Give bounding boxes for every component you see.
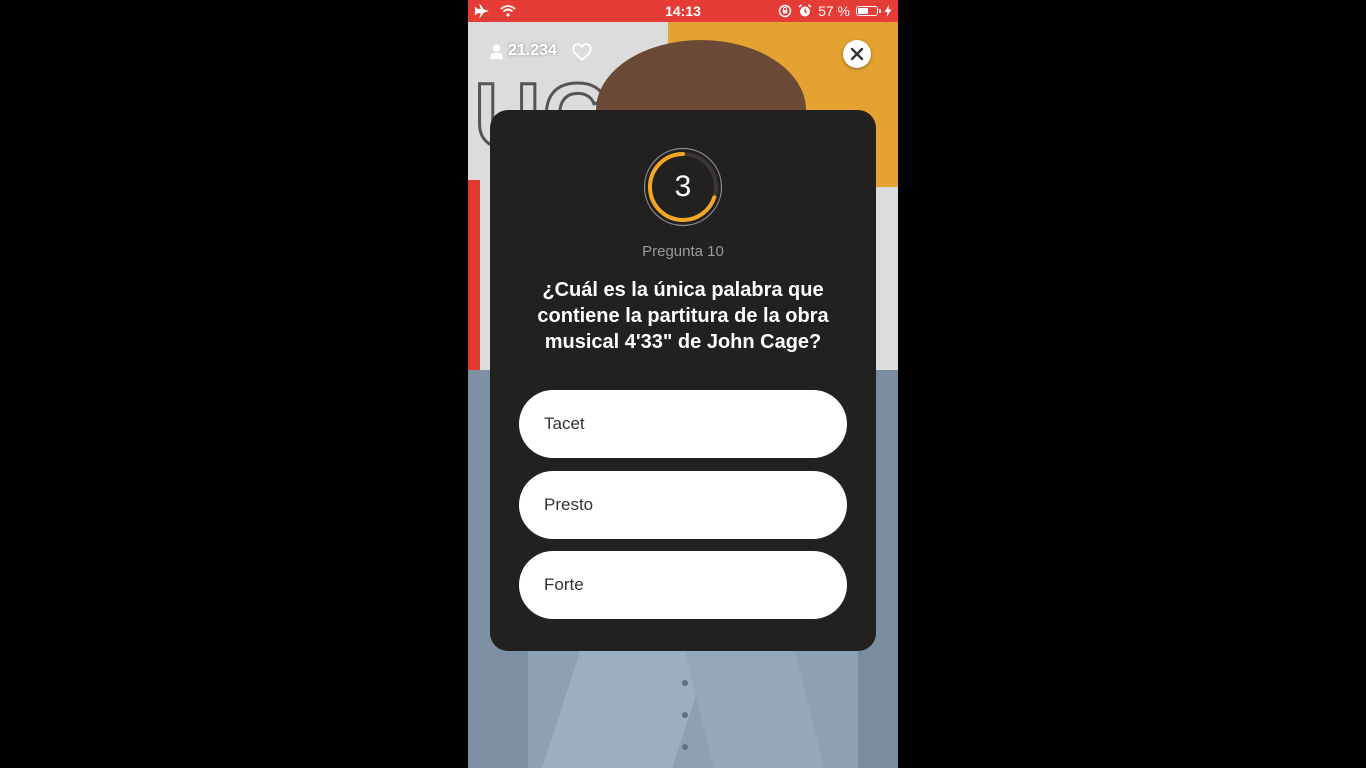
timer-value: 3 bbox=[674, 170, 692, 203]
answer-option-forte[interactable]: Forte bbox=[519, 551, 847, 619]
viewer-count: 21.234 bbox=[508, 42, 557, 59]
battery-icon bbox=[856, 6, 881, 16]
close-button[interactable] bbox=[843, 40, 871, 68]
heart-icon bbox=[572, 43, 592, 61]
status-time: 14:13 bbox=[665, 3, 701, 19]
question-number: Pregunta 10 bbox=[642, 243, 724, 260]
airplane-icon bbox=[474, 4, 489, 18]
wifi-icon bbox=[500, 5, 516, 17]
viewer-counter: 21.234 bbox=[490, 42, 557, 60]
countdown-timer: 3 bbox=[643, 147, 723, 227]
alarm-icon bbox=[798, 4, 812, 17]
answer-label: Forte bbox=[544, 575, 584, 594]
rotation-lock-icon bbox=[778, 4, 792, 18]
question-card: 3 Pregunta 10 ¿Cuál es la única palabra … bbox=[490, 110, 876, 651]
charging-bolt-icon bbox=[884, 5, 892, 17]
battery-percent: 57 % bbox=[818, 3, 850, 19]
answer-label: Tacet bbox=[544, 414, 585, 433]
close-icon bbox=[850, 47, 864, 61]
like-button[interactable] bbox=[572, 43, 592, 66]
phone-screen: UC 14:13 bbox=[468, 0, 898, 768]
answer-option-tacet[interactable]: Tacet bbox=[519, 390, 847, 458]
answer-label: Presto bbox=[544, 495, 594, 514]
user-icon bbox=[490, 43, 503, 59]
status-bar: 14:13 57 % bbox=[468, 0, 898, 22]
question-text: ¿Cuál es la única palabra que contiene l… bbox=[537, 279, 829, 353]
answer-option-presto[interactable]: Presto bbox=[519, 471, 847, 539]
